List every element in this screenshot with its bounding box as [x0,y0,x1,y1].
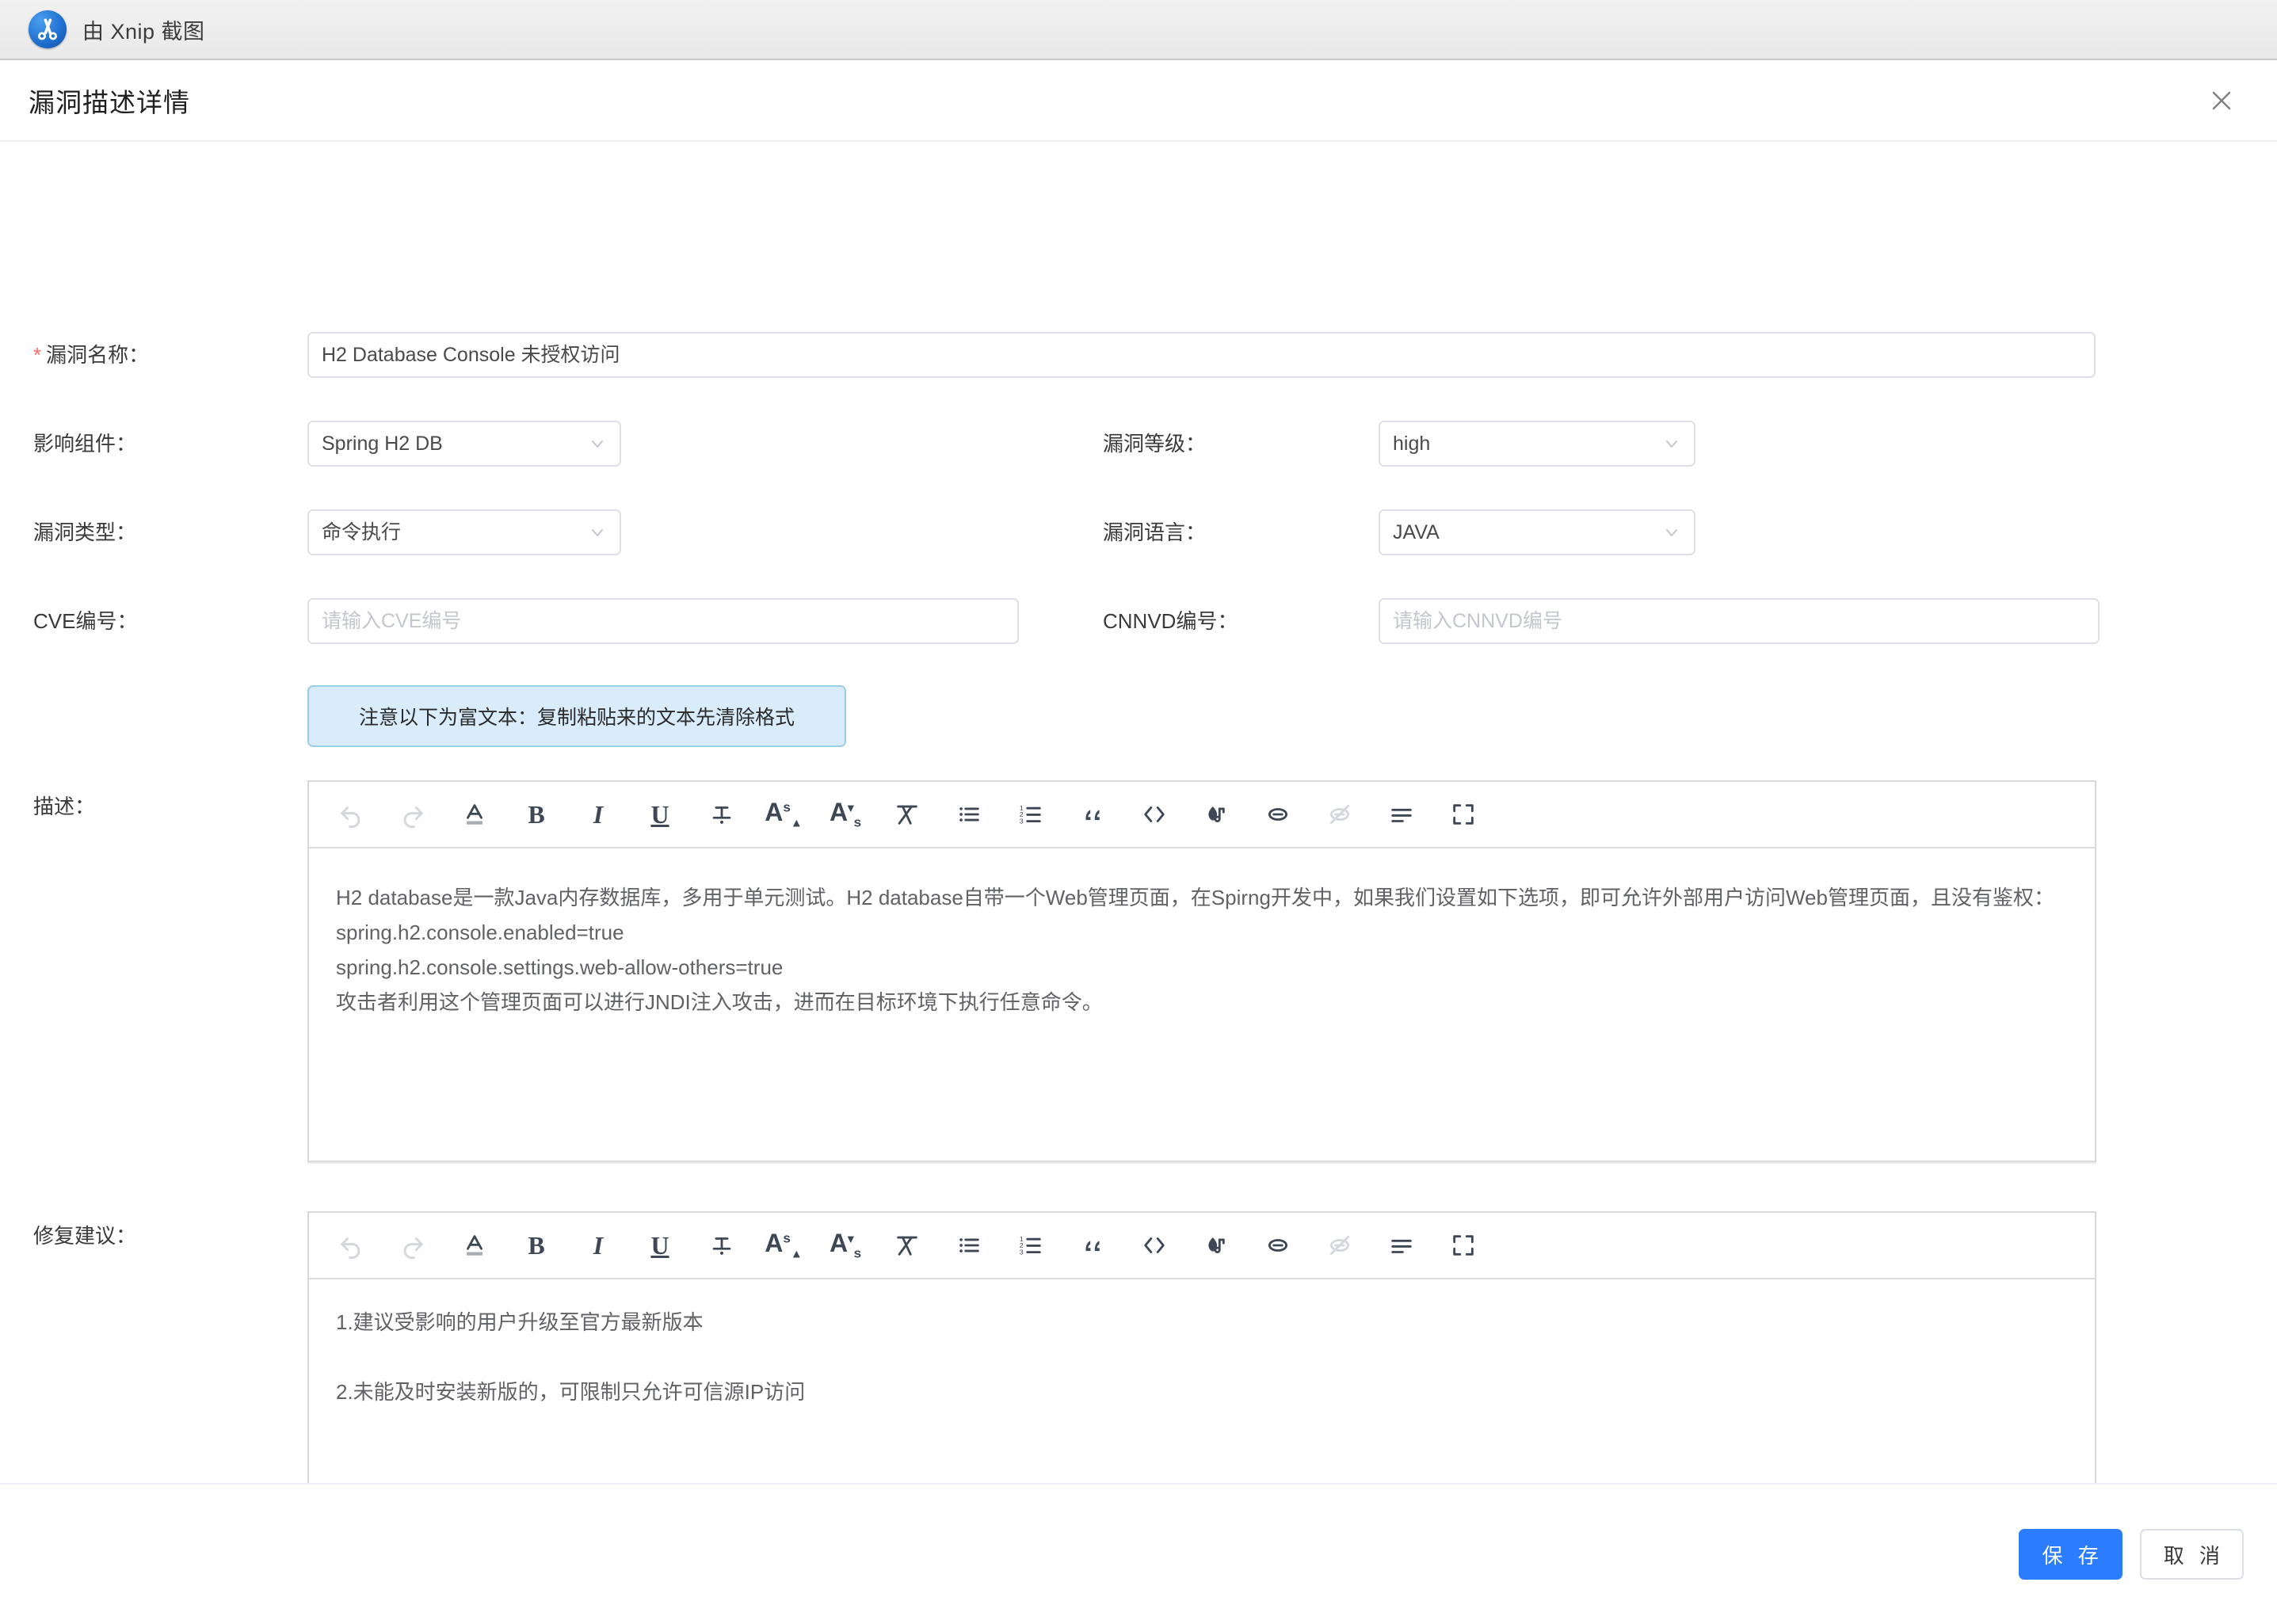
description-editor-content[interactable]: H2 database是一款Java内存数据库，多用于单元测试。H2 datab… [309,848,2095,1035]
cnnvd-placeholder: 请输入CNNVD编号 [1393,612,1562,631]
code-icon[interactable] [1123,1221,1185,1270]
font-color-icon[interactable] [444,1221,505,1270]
vuln-name-label: *漏洞名称： [33,332,295,378]
bullet-list-icon[interactable] [938,1221,1000,1270]
unlink-icon [1309,1221,1371,1270]
repair-suggestion-editor: BIU As▲A▾s 123 1.建议受影响的用户升级至官方最新版本 2.未能及时安… [307,1211,2096,1483]
redo-icon [382,1221,444,1270]
cnnvd-input[interactable]: 请输入CNNVD编号 [1379,598,2100,644]
vuln-name-value: H2 Database Console 未授权访问 [322,345,620,365]
cve-label: CVE编号： [33,598,295,644]
link-icon[interactable] [1247,1221,1309,1270]
repair-suggestion-label: 修复建议： [33,1213,295,1259]
description-line: spring.h2.console.settings.web-allow-oth… [336,950,2068,985]
vuln-language-value: JAVA [1393,523,1440,543]
description-line: H2 database是一款Java内存数据库，多用于单元测试。H2 datab… [336,880,2068,915]
svg-text:3: 3 [1020,817,1024,825]
rich-text-notice-text: 注意以下为富文本：复制粘贴来的文本先清除格式 [359,702,795,730]
bold-icon[interactable]: B [505,1221,567,1270]
vuln-language-select[interactable]: JAVA [1379,509,1695,555]
underline-icon[interactable]: U [629,1221,691,1270]
font-size-decrease-icon[interactable]: A▾s [814,1221,876,1270]
undo-icon [320,790,382,839]
link-icon[interactable] [1247,790,1309,839]
xnip-scissors-icon [29,10,67,48]
cancel-button[interactable]: 取 消 [2140,1529,2244,1580]
chevron-down-icon [588,434,607,453]
font-size-increase-icon[interactable]: As▲ [753,790,814,839]
vuln-name-input[interactable]: H2 Database Console 未授权访问 [307,332,2096,378]
page-title: 漏洞描述详情 [29,82,190,120]
description-line: 攻击者利用这个管理页面可以进行JNDI注入攻击，进而在目标环境下执行任意命令。 [336,985,2068,1020]
repair-editor-toolbar: BIU As▲A▾s 123 [309,1213,2095,1279]
chevron-down-icon [1662,523,1681,542]
vuln-level-select[interactable]: high [1379,421,1695,467]
description-editor: BIU As▲A▾s 123 H2 database是一款Java内存数据库，多用于… [307,780,2096,1162]
vuln-language-label: 漏洞语言： [1103,509,1380,555]
code-icon[interactable] [1123,790,1185,839]
clear-format-icon[interactable] [876,1221,938,1270]
align-icon[interactable] [1371,1221,1432,1270]
vuln-level-value: high [1393,434,1430,454]
chevron-down-icon [588,523,607,542]
required-marker: * [33,343,41,367]
fullscreen-icon[interactable] [1432,790,1494,839]
cve-input[interactable]: 请输入CVE编号 [307,598,1019,644]
save-button[interactable]: 保 存 [2019,1529,2123,1580]
repair-editor-content[interactable]: 1.建议受影响的用户升级至官方最新版本 2.未能及时安装新版的，可限制只允许可信… [309,1279,2095,1425]
ordered-list-icon[interactable]: 123 [1000,790,1062,839]
align-icon[interactable] [1371,790,1432,839]
vuln-name-label-text: 漏洞名称： [46,343,149,367]
font-color-icon[interactable] [444,790,505,839]
font-size-decrease-icon[interactable]: A▾s [814,790,876,839]
svg-text:3: 3 [1020,1248,1024,1256]
bullet-list-icon[interactable] [938,790,1000,839]
affected-component-value: Spring H2 DB [322,434,443,454]
vuln-level-label: 漏洞等级： [1103,421,1380,467]
vuln-type-select[interactable]: 命令执行 [307,509,621,555]
image-icon[interactable] [1185,1221,1247,1270]
cnnvd-label: CNNVD编号： [1103,598,1380,644]
ordered-list-icon[interactable]: 123 [1000,1221,1062,1270]
font-size-increase-icon[interactable]: As▲ [753,1221,814,1270]
strikethrough-icon[interactable] [691,790,753,839]
image-icon[interactable] [1185,790,1247,839]
fullscreen-icon[interactable] [1432,1221,1494,1270]
description-label: 描述： [33,783,295,829]
underline-icon[interactable]: U [629,790,691,839]
redo-icon [382,790,444,839]
xnip-watermark-label: 由 Xnip 截图 [82,14,205,45]
vuln-type-label: 漏洞类型： [33,509,295,555]
rich-text-notice-banner: 注意以下为富文本：复制粘贴来的文本先清除格式 [307,685,846,747]
italic-icon[interactable]: I [567,790,629,839]
blockquote-icon[interactable] [1062,790,1123,839]
italic-icon[interactable]: I [567,1221,629,1270]
vuln-type-value: 命令执行 [322,523,401,543]
clear-format-icon[interactable] [876,790,938,839]
undo-icon [320,1221,382,1270]
dialog-footer: 保 存 取 消 [0,1483,2277,1624]
dialog-body: *漏洞名称： H2 Database Console 未授权访问 影响组件： S… [0,142,2277,1483]
repair-line: 1.建议受影响的用户升级至官方最新版本 [336,1305,2068,1340]
strikethrough-icon[interactable] [691,1221,753,1270]
vulnerability-detail-dialog: 漏洞描述详情 *漏洞名称： H2 Database Console 未授权访问 … [0,60,2277,1624]
affected-component-label: 影响组件： [33,421,295,467]
description-line: spring.h2.console.enabled=true [336,915,2068,950]
unlink-icon [1309,790,1371,839]
description-editor-toolbar: BIU As▲A▾s 123 [309,782,2095,848]
xnip-watermark-bar: 由 Xnip 截图 [0,0,2277,60]
dialog-header: 漏洞描述详情 [0,60,2277,142]
close-icon[interactable] [2201,80,2242,121]
cve-placeholder: 请输入CVE编号 [322,612,461,631]
repair-line: 2.未能及时安装新版的，可限制只允许可信源IP访问 [336,1374,2068,1409]
affected-component-select[interactable]: Spring H2 DB [307,421,621,467]
chevron-down-icon [1662,434,1681,453]
bold-icon[interactable]: B [505,790,567,839]
blockquote-icon[interactable] [1062,1221,1123,1270]
